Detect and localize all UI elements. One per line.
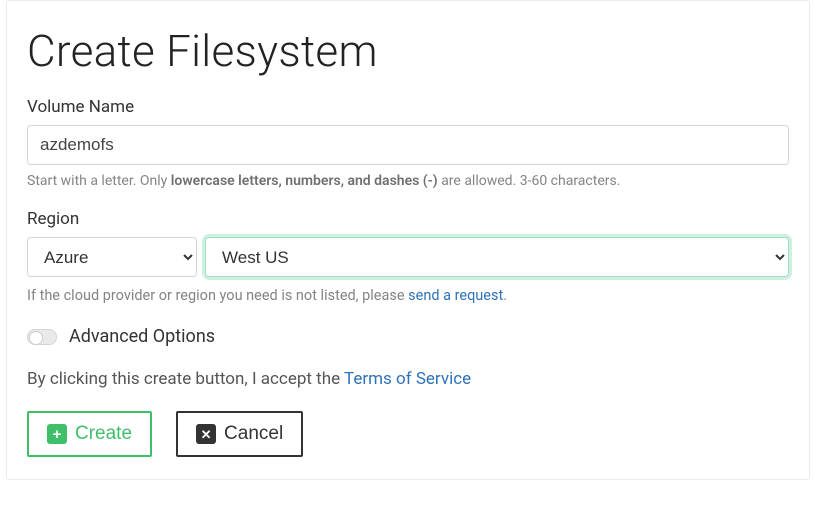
close-icon: ✕: [196, 424, 216, 444]
provider-select[interactable]: Azure: [27, 237, 197, 277]
plus-icon: +: [47, 424, 67, 444]
terms-link[interactable]: Terms of Service: [344, 369, 471, 389]
advanced-row: Advanced Options: [27, 326, 789, 347]
create-filesystem-card: Create Filesystem Volume Name Start with…: [6, 0, 810, 480]
help-suffix: are allowed. 3-60 characters.: [438, 173, 621, 189]
cancel-button-label: Cancel: [224, 423, 283, 445]
create-button-label: Create: [75, 423, 132, 445]
page-title: Create Filesystem: [27, 25, 789, 77]
volume-name-input[interactable]: [27, 125, 789, 165]
accept-prefix: By clicking this create button, I accept…: [27, 369, 344, 389]
help-strong: lowercase letters, numbers, and dashes (…: [171, 173, 438, 189]
cancel-button[interactable]: ✕ Cancel: [176, 411, 303, 457]
send-request-link[interactable]: send a request: [408, 287, 503, 304]
region-section: Region Azure West US If the cloud provid…: [27, 209, 789, 304]
region-help: If the cloud provider or region you need…: [27, 287, 789, 304]
volume-name-label: Volume Name: [27, 97, 789, 117]
region-help-suffix: .: [503, 287, 507, 304]
volume-name-help: Start with a letter. Only lowercase lett…: [27, 173, 789, 189]
advanced-label: Advanced Options: [69, 326, 215, 347]
region-row: Azure West US: [27, 237, 789, 277]
region-help-prefix: If the cloud provider or region you need…: [27, 287, 408, 304]
accept-line: By clicking this create button, I accept…: [27, 369, 789, 389]
create-button[interactable]: + Create: [27, 411, 152, 457]
advanced-toggle[interactable]: [27, 329, 57, 345]
button-row: + Create ✕ Cancel: [27, 411, 789, 457]
region-label: Region: [27, 209, 789, 229]
help-prefix: Start with a letter. Only: [27, 173, 171, 189]
volume-section: Volume Name Start with a letter. Only lo…: [27, 97, 789, 189]
region-select[interactable]: West US: [205, 237, 789, 277]
